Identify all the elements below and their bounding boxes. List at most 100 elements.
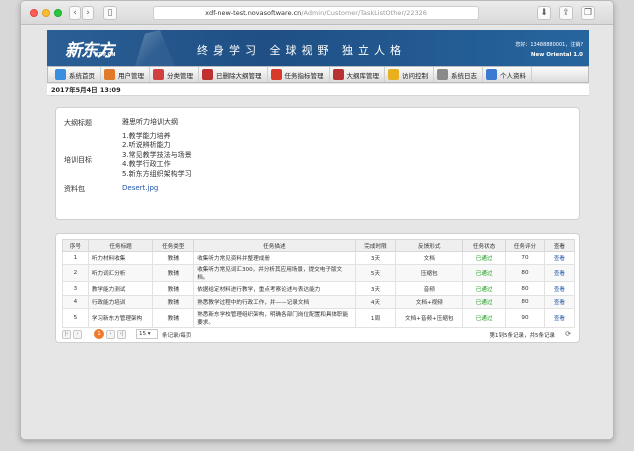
view-link[interactable]: 查看 [543,264,576,283]
table-cell: 4天 [354,294,397,310]
home-icon [55,69,66,80]
minimize-window-button[interactable] [42,9,50,17]
column-header[interactable]: 任务标题 [87,239,154,252]
attachment-link[interactable]: Desert.jpg [122,184,158,193]
table-cell: 文档 [395,250,464,266]
column-header[interactable]: 任务描述 [193,239,356,252]
table-cell: 1 [62,250,89,266]
goal-item: 4.教学行政工作 [122,160,171,169]
table-cell: 行政能力培训 [87,294,154,310]
nav-item-label: 已删除大纲管理 [216,71,262,80]
column-header[interactable]: 查看 [543,239,576,252]
table-cell: 文档+视频 [395,294,464,310]
building-graphic [135,30,175,66]
table-cell: 听力词汇分析 [87,264,154,283]
table-cell: 熟悉教学过程中的行政工作，并——记录文档 [193,294,356,310]
address-bar[interactable]: xdf-new-test.novasoftware.cn/Admin/Custo… [153,6,479,20]
trash-icon [202,69,213,80]
page-size-label: 条记录/每页 [162,333,192,339]
close-window-button[interactable] [30,9,38,17]
table-cell: 熟悉新东学校管理组织架构，明确各部门岗位配置和具体职能要求。 [193,308,356,329]
site-logo-sub: XDF.CN [95,52,116,58]
table-cell: 2 [62,264,89,283]
table-header-row: 序号 任务标题 任务类型 任务描述 完成时限 反馈形式 任务状态 任务评分 查看 [62,239,576,252]
pagination-bar: |‹ ‹ 1 › ›| 15 ▾ 条记录/每页 第1到5条记录，共5条记录 ⟳ [62,329,575,340]
forward-icon[interactable]: › [82,6,94,20]
table-row: 4 行政能力培训 教辅 熟悉教学过程中的行政工作，并——记录文档 4天 文档+视频 已通过 8… [62,294,576,310]
table-cell: 4 [62,294,89,310]
column-header[interactable]: 序号 [62,239,89,252]
table-row: 5 学习新东方管理架构 教辅 熟悉新东学校管理组织架构，明确各部门岗位配置和具体职能要… [62,308,576,329]
view-link[interactable]: 查看 [543,250,576,266]
download-icon[interactable]: ⬇ [537,6,551,20]
log-icon [437,69,448,80]
nav-item-label: 个人资料 [500,71,526,80]
back-icon[interactable]: ‹ [69,6,81,20]
column-header[interactable]: 任务类型 [152,239,195,252]
last-page-icon[interactable]: ›| [117,330,126,339]
first-page-icon[interactable]: |‹ [62,330,71,339]
table-cell: 收集听力常见资料并整理成册 [193,250,356,266]
nav-item[interactable]: 用户管理 [101,67,150,82]
nav-item[interactable]: 系统日志 [434,67,483,82]
nav-item[interactable]: 访问控制 [385,67,434,82]
share-icon[interactable]: ⇪ [559,6,573,20]
goal-item: 5.新东方组织架构学习 [122,169,192,178]
table-cell: 教辅 [152,250,195,266]
next-page-icon[interactable]: › [106,330,115,339]
flag-icon [270,69,282,80]
column-header[interactable]: 任务状态 [462,239,507,252]
lock-icon [388,69,399,80]
table-cell: 80 [505,281,545,296]
view-link[interactable]: 查看 [543,294,576,310]
page-content: 新东方 XDF.CN 终身学习 全球视野 独立人格 您好：13488880001… [21,26,613,439]
task-table-panel: 序号 任务标题 任务类型 任务描述 完成时限 反馈形式 任务状态 任务评分 查看 1 听力材料收集… [55,233,580,343]
record-info: 第1到5条记录，共5条记录 [489,333,556,339]
view-link[interactable]: 查看 [543,281,576,296]
org-name: New Oriental 1.0 [530,52,583,58]
category-icon [153,69,164,80]
nav-item[interactable]: 已删除大纲管理 [199,67,268,82]
table-cell: 教辅 [152,281,195,296]
nav-item-label: 任务指标管理 [284,71,324,80]
task-table: 序号 任务标题 任务类型 任务描述 完成时限 反馈形式 任务状态 任务评分 查看 1 听力材料收集… [62,239,576,329]
table-cell: 压缩包 [395,264,464,283]
user-welcome: 您好：13488880001，注销? New Oriental 1.0 [515,40,583,60]
table-row: 1 听力材料收集 教辅 收集听力常见资料并整理成册 3天 文档 已通过 70 查看 [62,250,576,266]
browser-window: ‹ › ▯ xdf-new-test.novasoftware.cn/Admin… [20,0,614,440]
table-cell: 已通过 [462,281,507,296]
table-cell: 80 [505,294,545,310]
nav-item[interactable]: 任务指标管理 [268,67,330,82]
nav-item-label: 大纲库管理 [346,71,380,80]
column-header[interactable]: 任务评分 [505,239,545,252]
nav-item-label: 系统首页 [69,71,95,80]
page-size-select[interactable]: 15 ▾ [136,329,158,339]
nav-item[interactable]: 大纲库管理 [330,67,385,82]
tabs-icon[interactable]: ❐ [581,6,595,20]
site-header: 新东方 XDF.CN 终身学习 全球视野 独立人格 您好：13488880001… [47,30,589,66]
view-link[interactable]: 查看 [543,308,576,329]
table-cell: 5 [62,308,89,329]
sidebar-icon[interactable]: ▯ [103,6,117,20]
table-cell: 已通过 [462,294,507,310]
table-cell: 教辅 [152,308,195,329]
goal-item: 2.听说辨析能力 [122,141,171,150]
nav-item[interactable]: 分类管理 [150,67,199,82]
column-header[interactable]: 反馈形式 [395,239,464,252]
nav-item-label: 用户管理 [118,71,144,80]
current-page-button[interactable]: 1 [94,329,104,339]
refresh-icon[interactable]: ⟳ [565,330,571,338]
outline-title-label: 大纲标题 [64,119,92,127]
column-header[interactable]: 完成时限 [354,239,397,252]
nav-item[interactable]: 个人资料 [483,67,532,82]
table-cell: 5天 [354,264,397,283]
table-cell: 3天 [354,281,397,296]
table-cell: 1周 [354,308,397,329]
zoom-window-button[interactable] [54,9,62,17]
table-cell: 80 [505,264,545,283]
page-size-value: 15 [139,331,146,337]
nav-item[interactable]: 系统首页 [52,67,101,82]
welcome-text[interactable]: 您好：13488880001，注销? [515,40,583,50]
prev-page-icon[interactable]: ‹ [73,330,82,339]
table-cell: 已通过 [462,250,507,266]
